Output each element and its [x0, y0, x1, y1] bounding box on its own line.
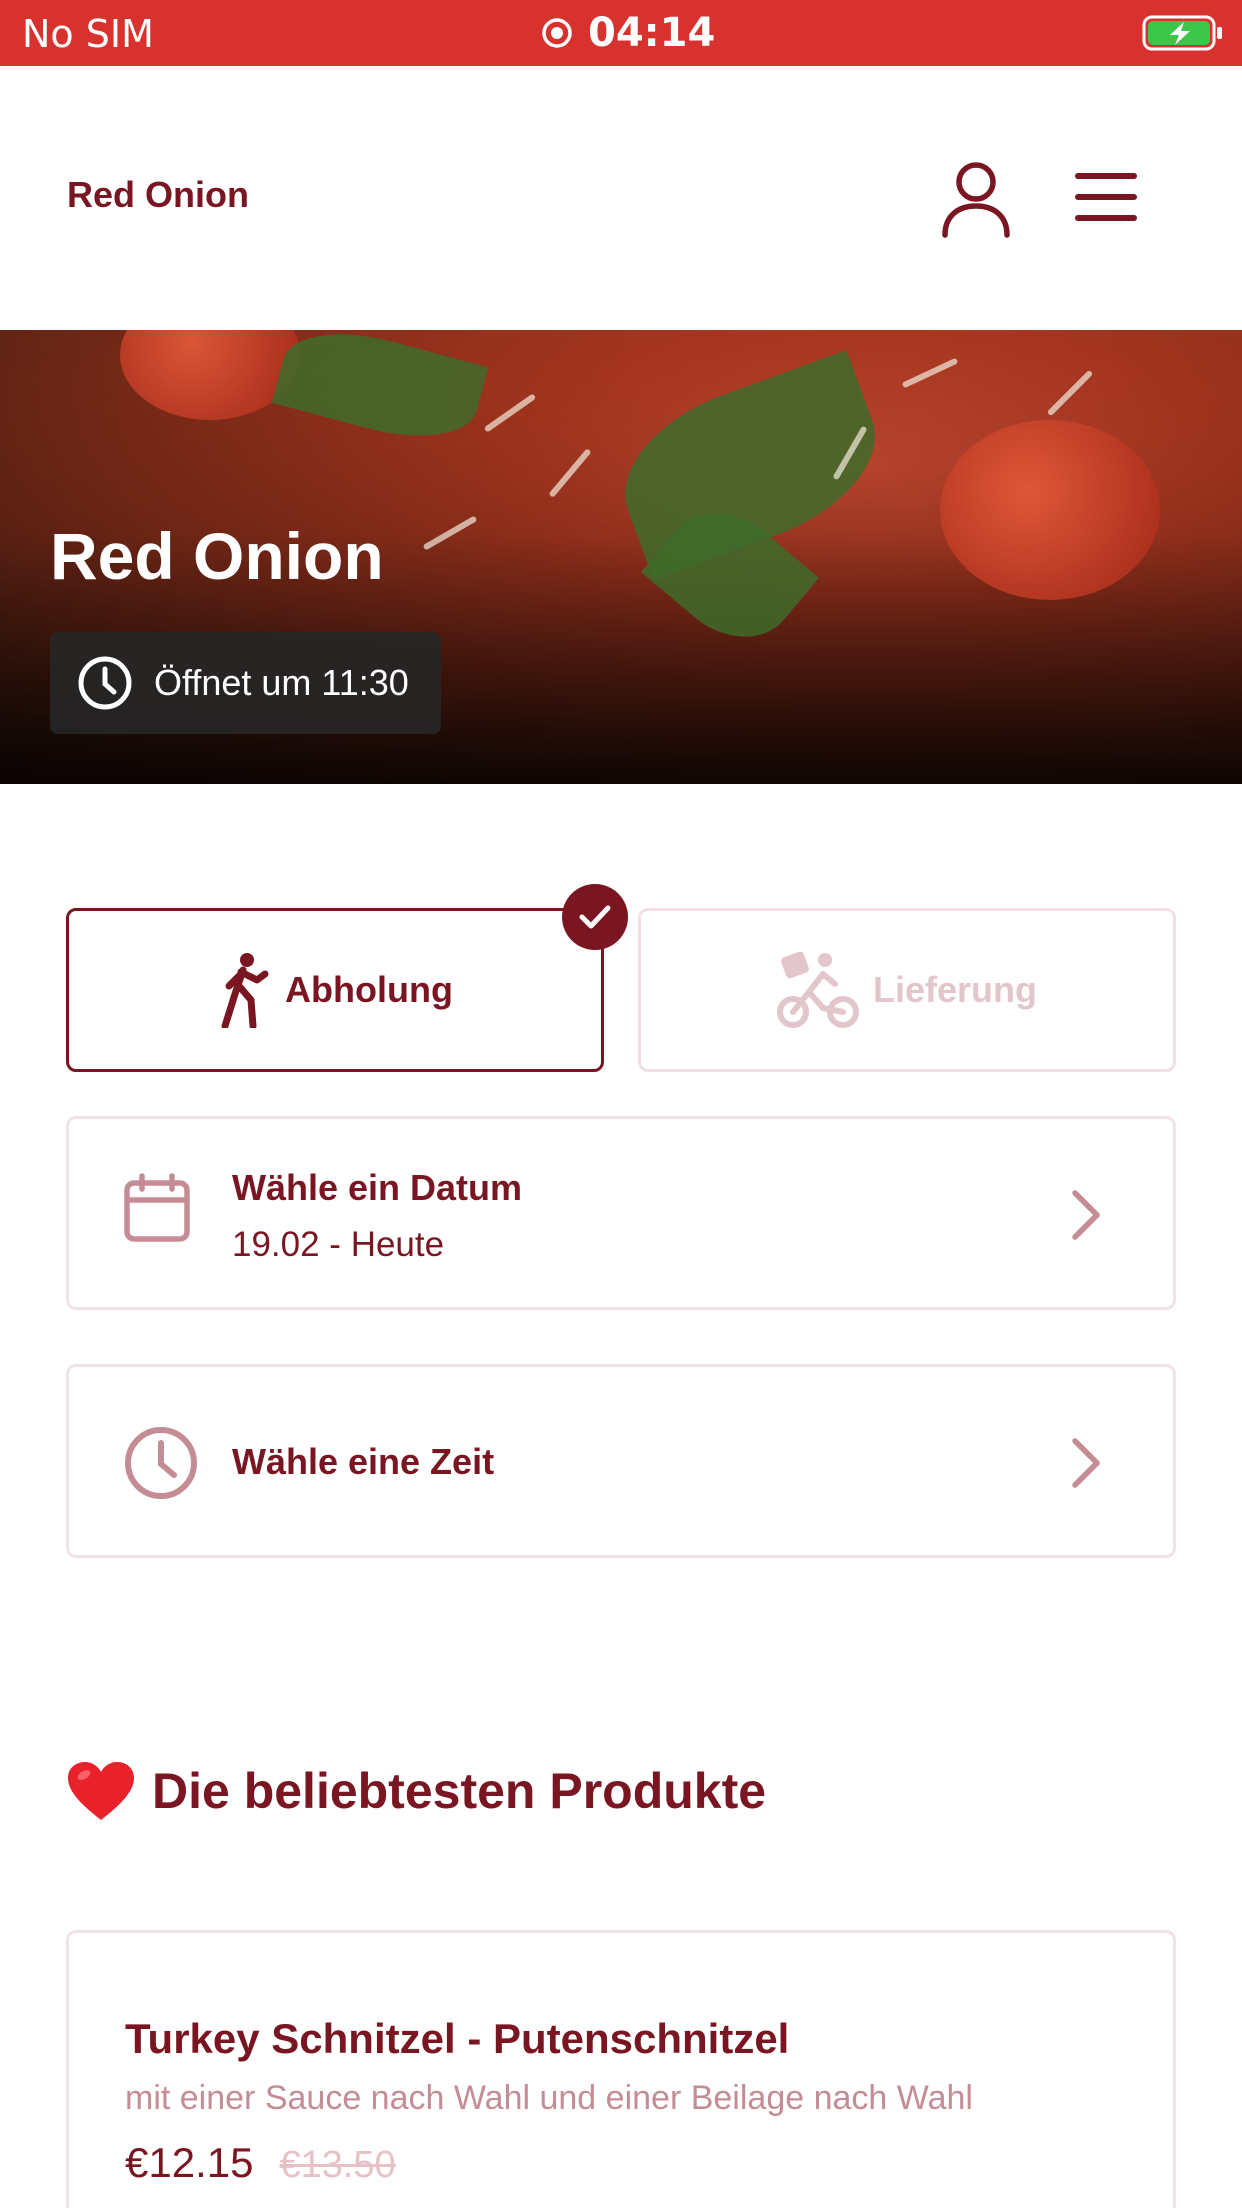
hero-cheese — [483, 393, 537, 433]
date-select-row[interactable]: Wähle ein Datum 19.02 - Heute — [66, 1116, 1176, 1310]
walking-person-icon — [221, 953, 269, 1028]
time-select-row[interactable]: Wähle eine Zeit — [66, 1364, 1176, 1558]
opening-hours-badge: Öffnet um 11:30 — [50, 632, 441, 734]
brand-title[interactable]: Red Onion — [67, 174, 249, 216]
clock-time: 04:14 — [588, 10, 716, 56]
date-select-value: 19.02 - Heute — [232, 1225, 445, 1264]
pickup-label: Abholung — [285, 969, 453, 1010]
clock-icon — [125, 1427, 197, 1499]
popular-section-title: Die beliebtesten Produkte — [66, 1760, 766, 1822]
carrier-label: No SIM — [22, 12, 154, 56]
hero-leaf — [271, 330, 489, 455]
restaurant-name: Red Onion — [50, 519, 384, 593]
hero-cheese — [422, 515, 478, 551]
delivery-option[interactable]: Lieferung — [638, 908, 1176, 1072]
chevron-right-icon — [1072, 1438, 1100, 1488]
product-description: mit einer Sauce nach Wahl und einer Beil… — [125, 2079, 973, 2117]
hero-banner: Red Onion Öffnet um 11:30 — [0, 330, 1242, 784]
opening-hours-text: Öffnet um 11:30 — [154, 662, 409, 703]
product-card[interactable]: Turkey Schnitzel - Putenschnitzel mit ei… — [66, 1930, 1176, 2208]
delivery-bike-icon — [776, 951, 859, 1028]
hero-tomato — [120, 330, 300, 420]
product-old-price: €13.50 — [279, 2144, 396, 2186]
hero-cheese — [548, 448, 592, 498]
pickup-option[interactable]: Abholung — [66, 908, 604, 1072]
popular-title-text: Die beliebtesten Produkte — [152, 1763, 767, 1819]
battery-charging-icon — [1142, 15, 1222, 51]
calendar-icon — [124, 1173, 190, 1242]
status-center: 04:14 — [540, 10, 715, 56]
hamburger-menu-icon[interactable] — [1074, 170, 1138, 224]
status-bar: No SIM 04:14 — [0, 0, 1242, 66]
user-icon[interactable] — [940, 160, 1012, 238]
product-name: Turkey Schnitzel - Putenschnitzel — [125, 2015, 790, 2062]
price-row: €12.15 €13.50 — [125, 2139, 396, 2187]
hero-cheese — [901, 357, 959, 389]
app-header: Red Onion — [0, 66, 1242, 330]
heart-icon — [68, 1762, 134, 1820]
record-icon — [542, 18, 572, 48]
hero-tomato — [940, 420, 1160, 600]
clock-icon — [78, 656, 132, 710]
chevron-right-icon — [1072, 1190, 1100, 1240]
product-price: €12.15 — [125, 2139, 254, 2186]
date-select-title: Wähle ein Datum — [232, 1167, 523, 1208]
time-select-title: Wähle eine Zeit — [232, 1441, 495, 1482]
hero-cheese — [1046, 369, 1094, 417]
selected-check-icon — [562, 884, 628, 950]
delivery-label: Lieferung — [872, 969, 1037, 1010]
